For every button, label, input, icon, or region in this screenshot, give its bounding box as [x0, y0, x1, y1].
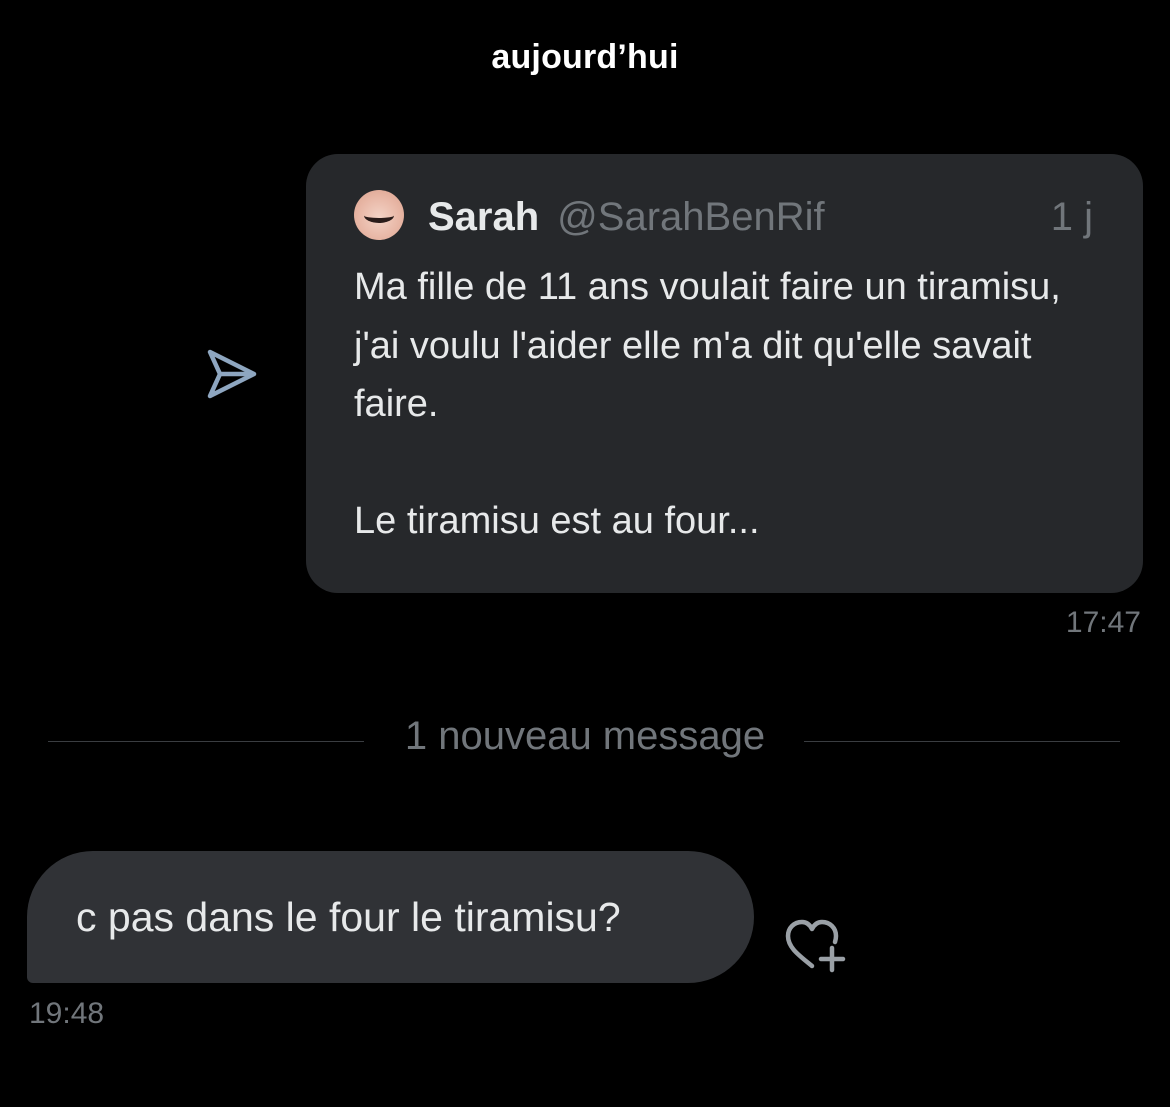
- incoming-message-bubble[interactable]: c pas dans le four le tiramisu?: [27, 851, 754, 983]
- send-arrow-icon[interactable]: [200, 346, 260, 402]
- heart-plus-icon[interactable]: [782, 918, 852, 978]
- quoted-post-author: Sarah @SarahBenRif: [428, 192, 1098, 242]
- date-header: aujourd’hui: [491, 38, 679, 76]
- new-message-divider-label: 1 nouveau message: [404, 714, 766, 758]
- incoming-message-text: c pas dans le four le tiramisu?: [76, 893, 621, 940]
- quoted-post-text: Ma fille de 11 ans voulait faire un tira…: [354, 266, 1061, 542]
- divider-line-right: [804, 741, 1120, 742]
- outgoing-message-time: 17:47: [1065, 606, 1141, 639]
- avatar-eye-detail: [364, 208, 394, 223]
- avatar[interactable]: [354, 190, 404, 240]
- post-age: 1 j: [1050, 195, 1093, 239]
- author-handle[interactable]: @SarahBenRif: [557, 195, 824, 240]
- quoted-post-card[interactable]: Sarah @SarahBenRif 1 j Ma fille de 11 an…: [306, 154, 1143, 593]
- author-name[interactable]: Sarah: [428, 195, 539, 240]
- incoming-message-time: 19:48: [29, 997, 105, 1030]
